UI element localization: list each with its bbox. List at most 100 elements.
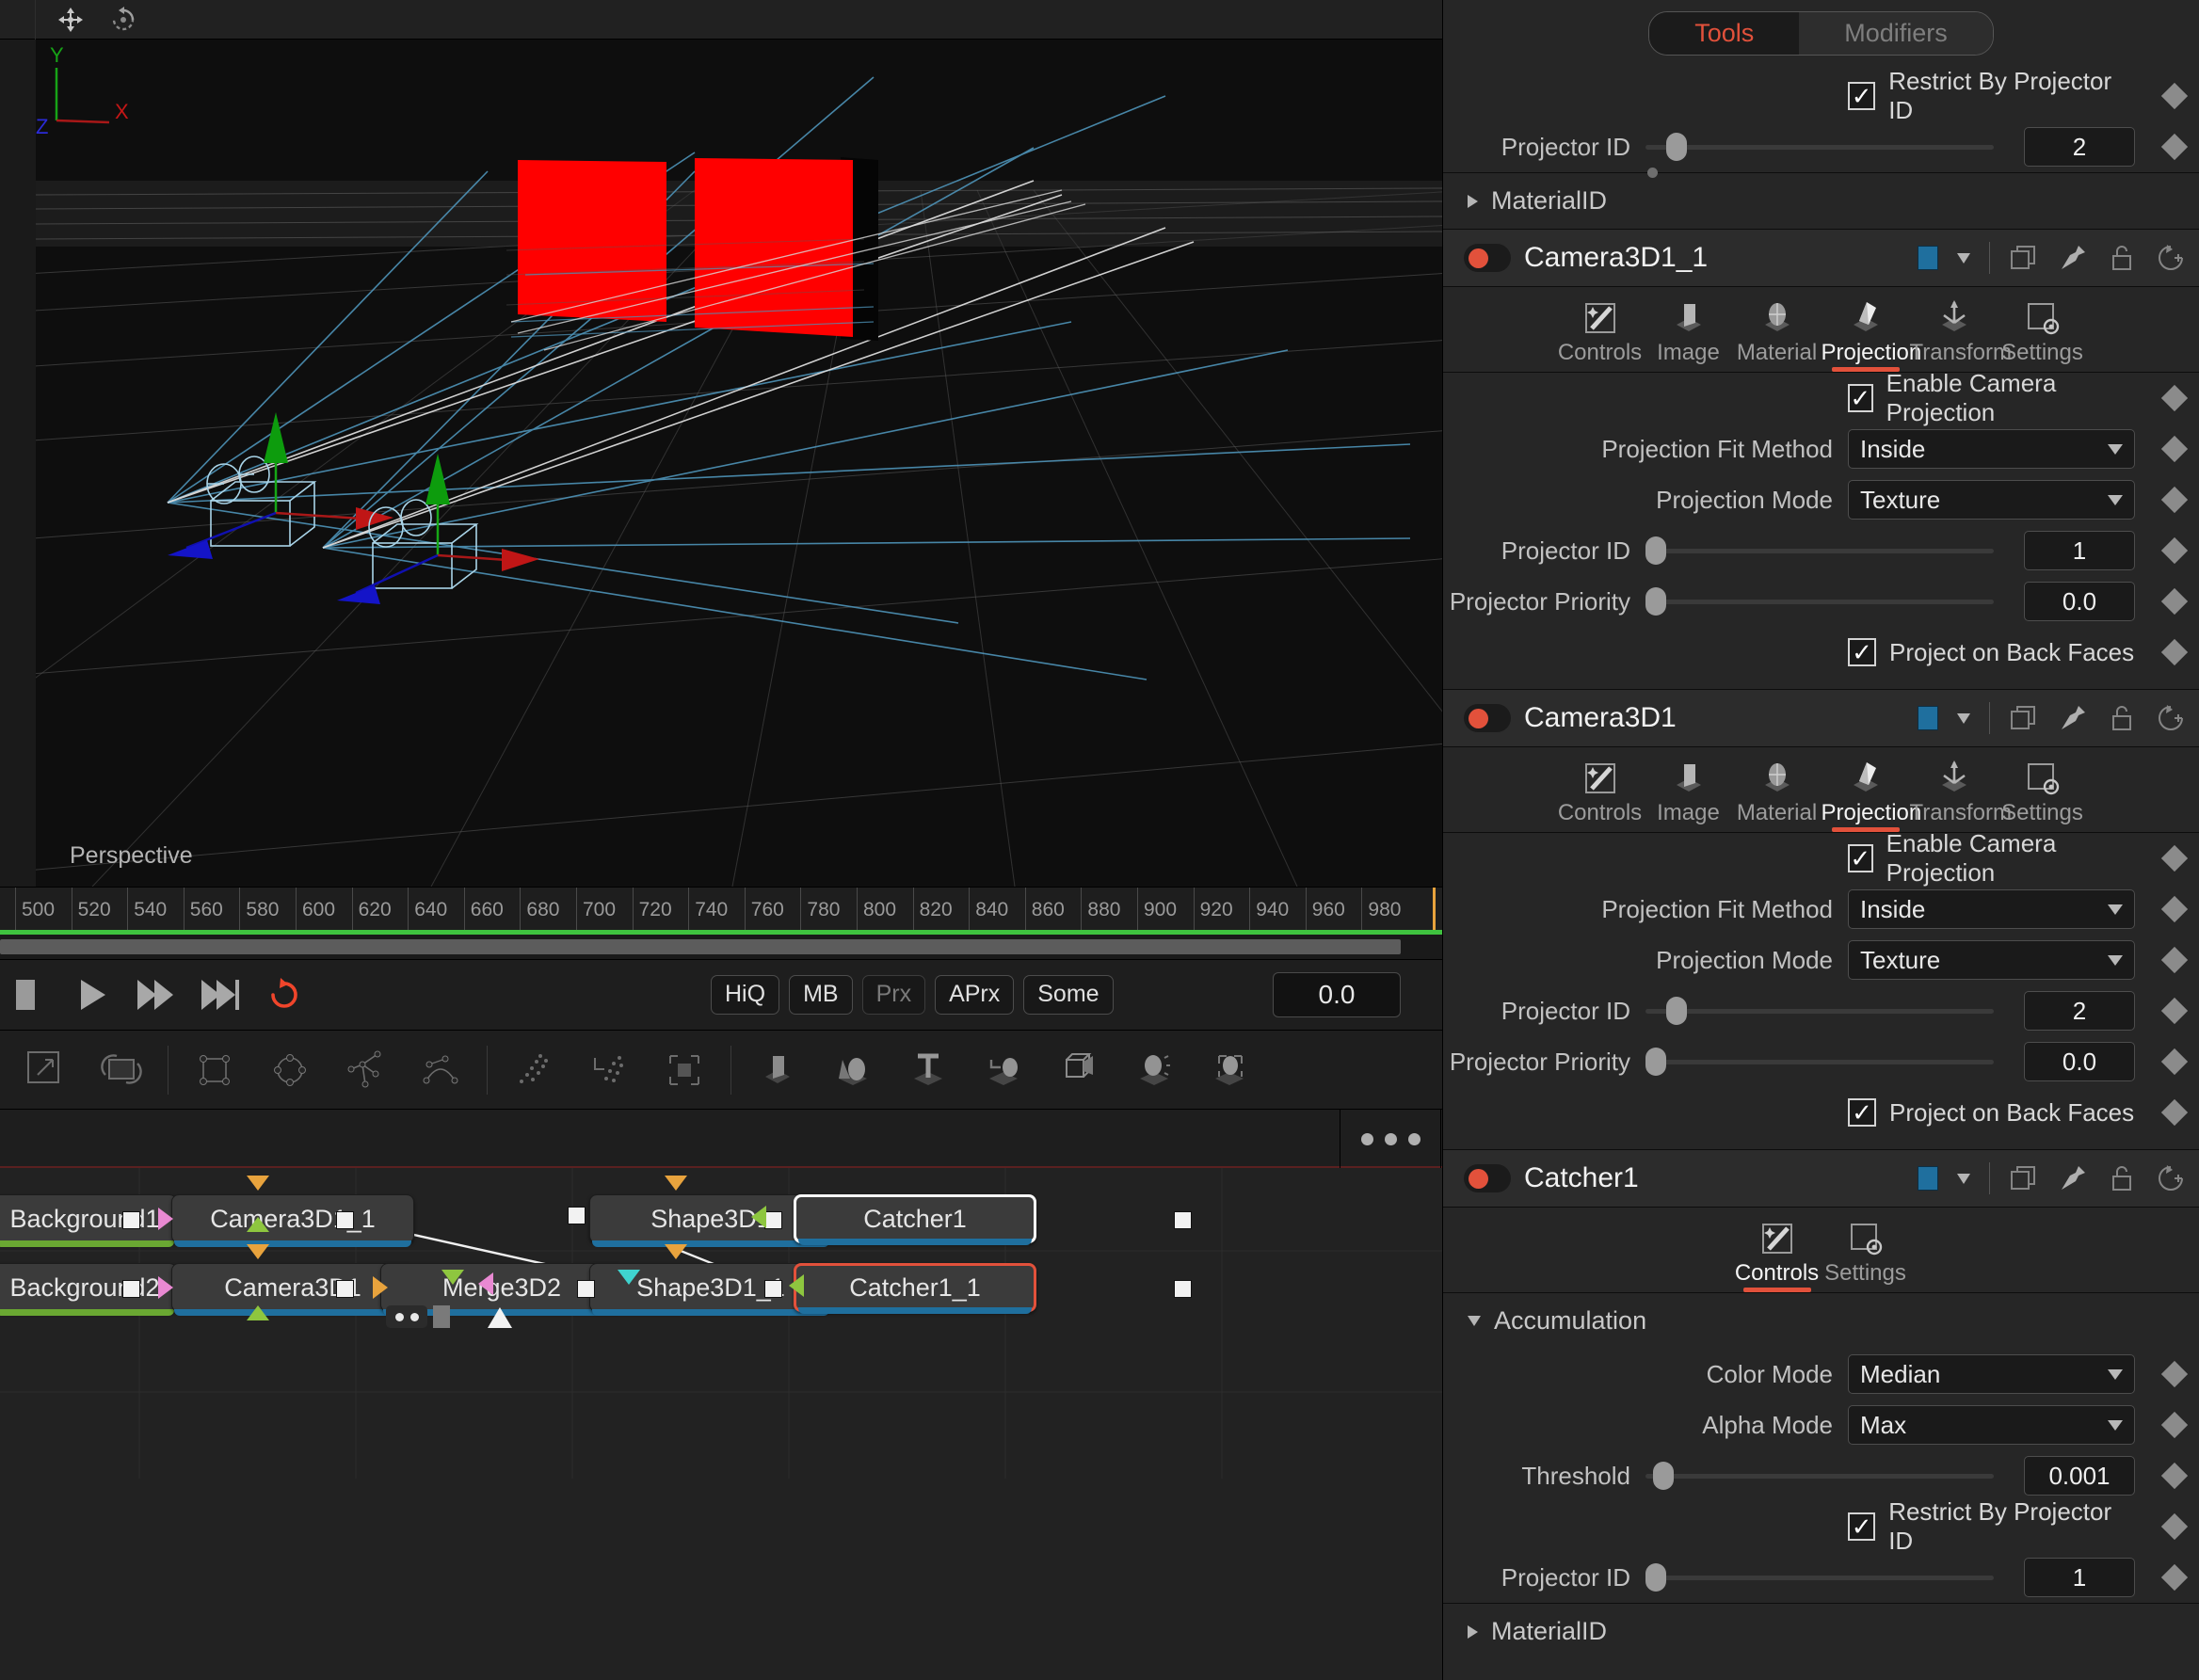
tab-image-0[interactable]: Image <box>1645 296 1733 372</box>
lock-icon[interactable] <box>2107 1163 2137 1193</box>
tab-image-1[interactable]: Image <box>1645 757 1733 832</box>
keyframe-diamond-icon[interactable] <box>2160 1512 2189 1541</box>
projector-id-slider-top[interactable] <box>1645 127 1994 178</box>
color-mode-dropdown[interactable]: Median <box>1848 1354 2135 1394</box>
keyframe-diamond-icon[interactable] <box>2160 536 2189 565</box>
resize-tool-icon[interactable] <box>100 1048 143 1092</box>
restrict-by-projector-id-checkbox[interactable]: ✓ <box>1848 1512 1876 1541</box>
tab-tools[interactable]: Tools <box>1649 12 1800 55</box>
node-connector-knob[interactable] <box>1174 1280 1192 1298</box>
timeline-scroll-thumb[interactable] <box>0 939 1401 954</box>
project-on-back-faces-checkbox-1[interactable]: ✓ <box>1848 1098 1876 1127</box>
keyframe-diamond-icon[interactable] <box>2160 82 2189 110</box>
alpha-mode-dropdown[interactable]: Max <box>1848 1405 2135 1445</box>
project-on-back-faces-checkbox-0[interactable]: ✓ <box>1848 638 1876 666</box>
tab-settings-2[interactable]: Settings <box>1822 1217 1910 1292</box>
keyframe-diamond-icon[interactable] <box>2160 1048 2189 1076</box>
projector-priority-value-1[interactable]: 0.0 <box>2024 1042 2135 1081</box>
node-connector-knob[interactable] <box>336 1211 354 1229</box>
projector-id-value-1[interactable]: 2 <box>2024 991 2135 1031</box>
material-id-group-top[interactable]: MaterialID <box>1443 172 2199 229</box>
pin-icon[interactable] <box>2058 1163 2088 1193</box>
shape-3d-icon[interactable] <box>831 1048 875 1092</box>
3d-viewport[interactable]: Y X Z Perspective <box>0 40 1442 887</box>
tab-settings-0[interactable]: Settings <box>1998 296 2087 372</box>
loop-icon[interactable] <box>264 974 305 1016</box>
quality-button-hiq[interactable]: HiQ <box>711 975 780 1015</box>
keyframe-diamond-icon[interactable] <box>2160 1563 2189 1592</box>
reset-icon[interactable] <box>2156 1163 2186 1193</box>
projector-priority-slider-1[interactable] <box>1645 1042 1994 1081</box>
node-connector-knob[interactable] <box>1174 1211 1192 1229</box>
material-id-group-catcher[interactable]: MaterialID <box>1443 1603 2199 1659</box>
replicate-3d-icon[interactable] <box>982 1048 1025 1092</box>
camera-3d-icon[interactable] <box>1057 1048 1100 1092</box>
keyframe-diamond-icon[interactable] <box>2160 1098 2189 1127</box>
lock-icon[interactable] <box>2107 703 2137 733</box>
node-connector-knob[interactable] <box>764 1211 782 1229</box>
keyframe-diamond-icon[interactable] <box>2160 1411 2189 1439</box>
projector-id-slider-0[interactable] <box>1645 531 1994 570</box>
keyframe-diamond-icon[interactable] <box>2160 486 2189 514</box>
reset-icon[interactable] <box>2156 703 2186 733</box>
quality-button-prx[interactable]: Prx <box>861 975 926 1015</box>
keyframe-diamond-icon[interactable] <box>2160 1360 2189 1388</box>
tab-material-1[interactable]: Material <box>1733 757 1822 832</box>
graph-node-cat11[interactable]: Catcher1_1 <box>794 1263 1036 1314</box>
node-color-chip[interactable] <box>1918 706 1938 730</box>
restrict-by-projector-id-checkbox-top[interactable]: ✓ <box>1848 82 1876 110</box>
threshold-value[interactable]: 0.001 <box>2024 1456 2135 1496</box>
tab-projection-1[interactable]: Projection <box>1822 757 1921 832</box>
graph-node-cam11[interactable]: Camera3D1_1 <box>171 1194 414 1247</box>
keyframe-diamond-icon[interactable] <box>2160 844 2189 872</box>
copy-icon[interactable] <box>2009 703 2039 733</box>
copy-icon[interactable] <box>2009 1163 2039 1193</box>
node-connector-knob[interactable] <box>577 1280 595 1298</box>
nodegraph-options-button[interactable] <box>1340 1110 1441 1168</box>
tab-settings-1[interactable]: Settings <box>1998 757 2087 832</box>
node-connector-knob[interactable] <box>122 1280 140 1298</box>
node-connector-knob[interactable] <box>568 1207 586 1224</box>
quality-button-mb[interactable]: MB <box>789 975 853 1015</box>
node-connector-knob[interactable] <box>336 1280 354 1298</box>
accumulation-group[interactable]: Accumulation <box>1443 1293 2199 1349</box>
projector-id-value-top[interactable]: 2 <box>2024 127 2135 167</box>
tab-modifiers[interactable]: Modifiers <box>1799 12 1993 55</box>
projector-priority-slider-0[interactable] <box>1645 582 1994 621</box>
tab-controls-0[interactable]: Controls <box>1556 296 1645 372</box>
copy-icon[interactable] <box>2009 243 2039 273</box>
node-color-chip[interactable] <box>1918 1166 1938 1191</box>
tab-controls-1[interactable]: Controls <box>1556 757 1645 832</box>
node-connector-knob[interactable] <box>122 1211 140 1229</box>
keyframe-diamond-icon[interactable] <box>2160 638 2189 666</box>
projector-id-slider-1[interactable] <box>1645 991 1994 1031</box>
ellipse-mask-icon[interactable] <box>268 1048 312 1092</box>
jump-to-end-icon[interactable] <box>200 974 241 1016</box>
reset-icon[interactable] <box>2156 243 2186 273</box>
tab-projection-0[interactable]: Projection <box>1822 296 1921 372</box>
keyframe-diamond-icon[interactable] <box>2160 1462 2189 1490</box>
image-plane-3d-icon[interactable] <box>756 1048 799 1092</box>
projector-id-slider-catcher[interactable] <box>1645 1558 1994 1597</box>
tab-transform-0[interactable]: Transform <box>1910 296 2012 372</box>
node-connector-knob[interactable] <box>764 1280 782 1298</box>
timeline-ruler[interactable]: 0500520540560580600620640660680700720740… <box>0 887 1442 930</box>
chevron-down-icon[interactable] <box>1957 1173 1970 1184</box>
rotate-icon[interactable] <box>109 6 137 34</box>
particle-emitter-icon[interactable] <box>512 1048 555 1092</box>
node-graph[interactable]: Background1 Background2 Camera3D1_1 Camera3… <box>0 1168 1442 1680</box>
keyframe-diamond-icon[interactable] <box>2160 997 2189 1025</box>
keyframe-diamond-icon[interactable] <box>2160 384 2189 412</box>
play-icon[interactable] <box>72 974 113 1016</box>
renderer-3d-icon[interactable] <box>1208 1048 1251 1092</box>
pin-icon[interactable] <box>2058 703 2088 733</box>
projector-priority-value-0[interactable]: 0.0 <box>2024 582 2135 621</box>
keyframe-diamond-icon[interactable] <box>2160 946 2189 974</box>
tab-controls-2[interactable]: Controls <box>1733 1217 1822 1292</box>
projection-mode-dropdown-0[interactable]: Texture <box>1848 480 2135 520</box>
tab-material-0[interactable]: Material <box>1733 296 1822 372</box>
current-time-field[interactable]: 0.0 <box>1273 972 1401 1017</box>
node-enable-toggle[interactable] <box>1464 244 1511 272</box>
graph-node-bg2[interactable]: Background2 <box>0 1263 177 1316</box>
spotlight-3d-icon[interactable] <box>1132 1048 1176 1092</box>
